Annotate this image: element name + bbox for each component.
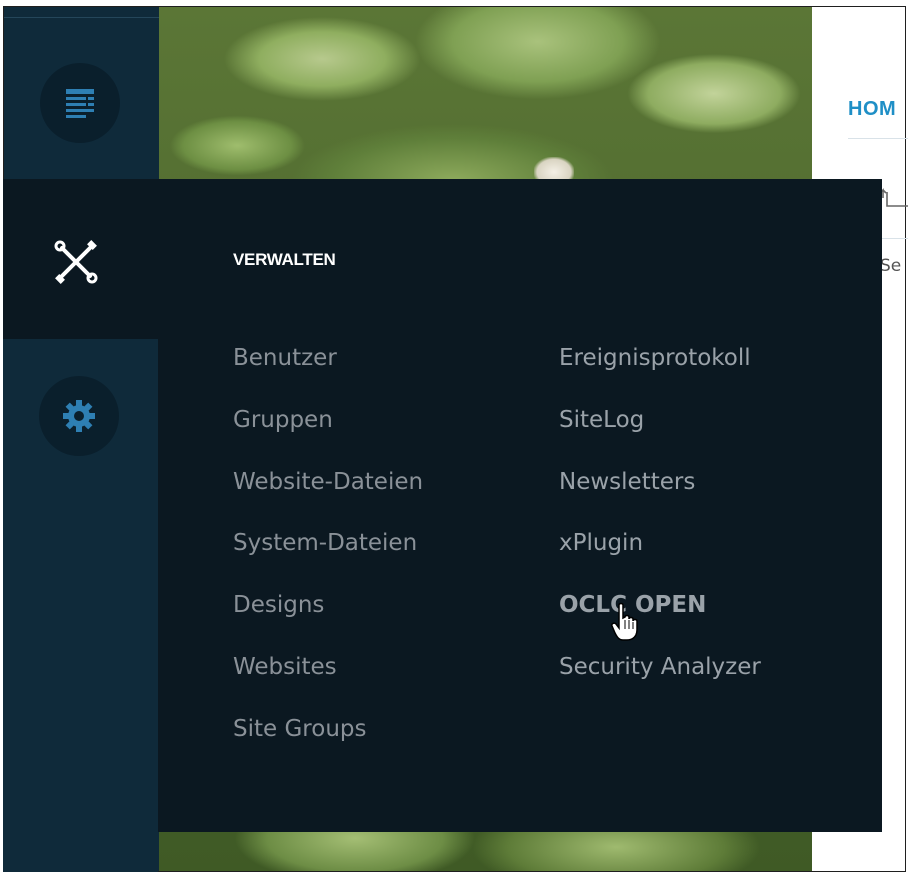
- content-text-fragment: Se: [880, 256, 902, 276]
- menu-item-newsletters[interactable]: Newsletters: [559, 464, 761, 526]
- menu-item-site-groups[interactable]: Site Groups: [233, 711, 423, 773]
- rail-divider: [4, 17, 159, 18]
- page-lines-icon: [66, 89, 94, 118]
- header-divider: [848, 138, 908, 139]
- menu-item-designs[interactable]: Designs: [233, 587, 423, 649]
- menu-item-system-dateien[interactable]: System-Dateien: [233, 525, 423, 587]
- menu-item-ereignisprotokoll[interactable]: Ereignisprotokoll: [559, 340, 761, 402]
- menu-item-benutzer[interactable]: Benutzer: [233, 340, 423, 402]
- menu-column-2: Ereignisprotokoll SiteLog Newsletters xP…: [559, 340, 761, 711]
- menu-column-1: Benutzer Gruppen Website-Dateien System-…: [233, 340, 423, 773]
- menu-item-sitelog[interactable]: SiteLog: [559, 402, 761, 464]
- gear-icon: [63, 400, 95, 432]
- pages-button[interactable]: [40, 63, 120, 143]
- menu-item-websites[interactable]: Websites: [233, 649, 423, 711]
- menu-item-oclc-open[interactable]: OCLC OPEN: [559, 587, 761, 649]
- hand-cursor-icon: [611, 602, 638, 641]
- content-divider: [879, 238, 908, 239]
- up-folder-icon[interactable]: [879, 186, 908, 210]
- rail-lower: [3, 339, 158, 872]
- menu-heading-verwalten: VERWALTEN: [233, 250, 336, 269]
- menu-item-website-dateien[interactable]: Website-Dateien: [233, 464, 423, 526]
- menu-item-security-analyzer[interactable]: Security Analyzer: [559, 649, 761, 711]
- menu-item-xplugin[interactable]: xPlugin: [559, 525, 761, 587]
- wrench-screwdriver-icon: [54, 240, 98, 284]
- settings-button[interactable]: [39, 376, 119, 456]
- breadcrumb-home[interactable]: HOM: [848, 98, 896, 121]
- menu-item-gruppen[interactable]: Gruppen: [233, 402, 423, 464]
